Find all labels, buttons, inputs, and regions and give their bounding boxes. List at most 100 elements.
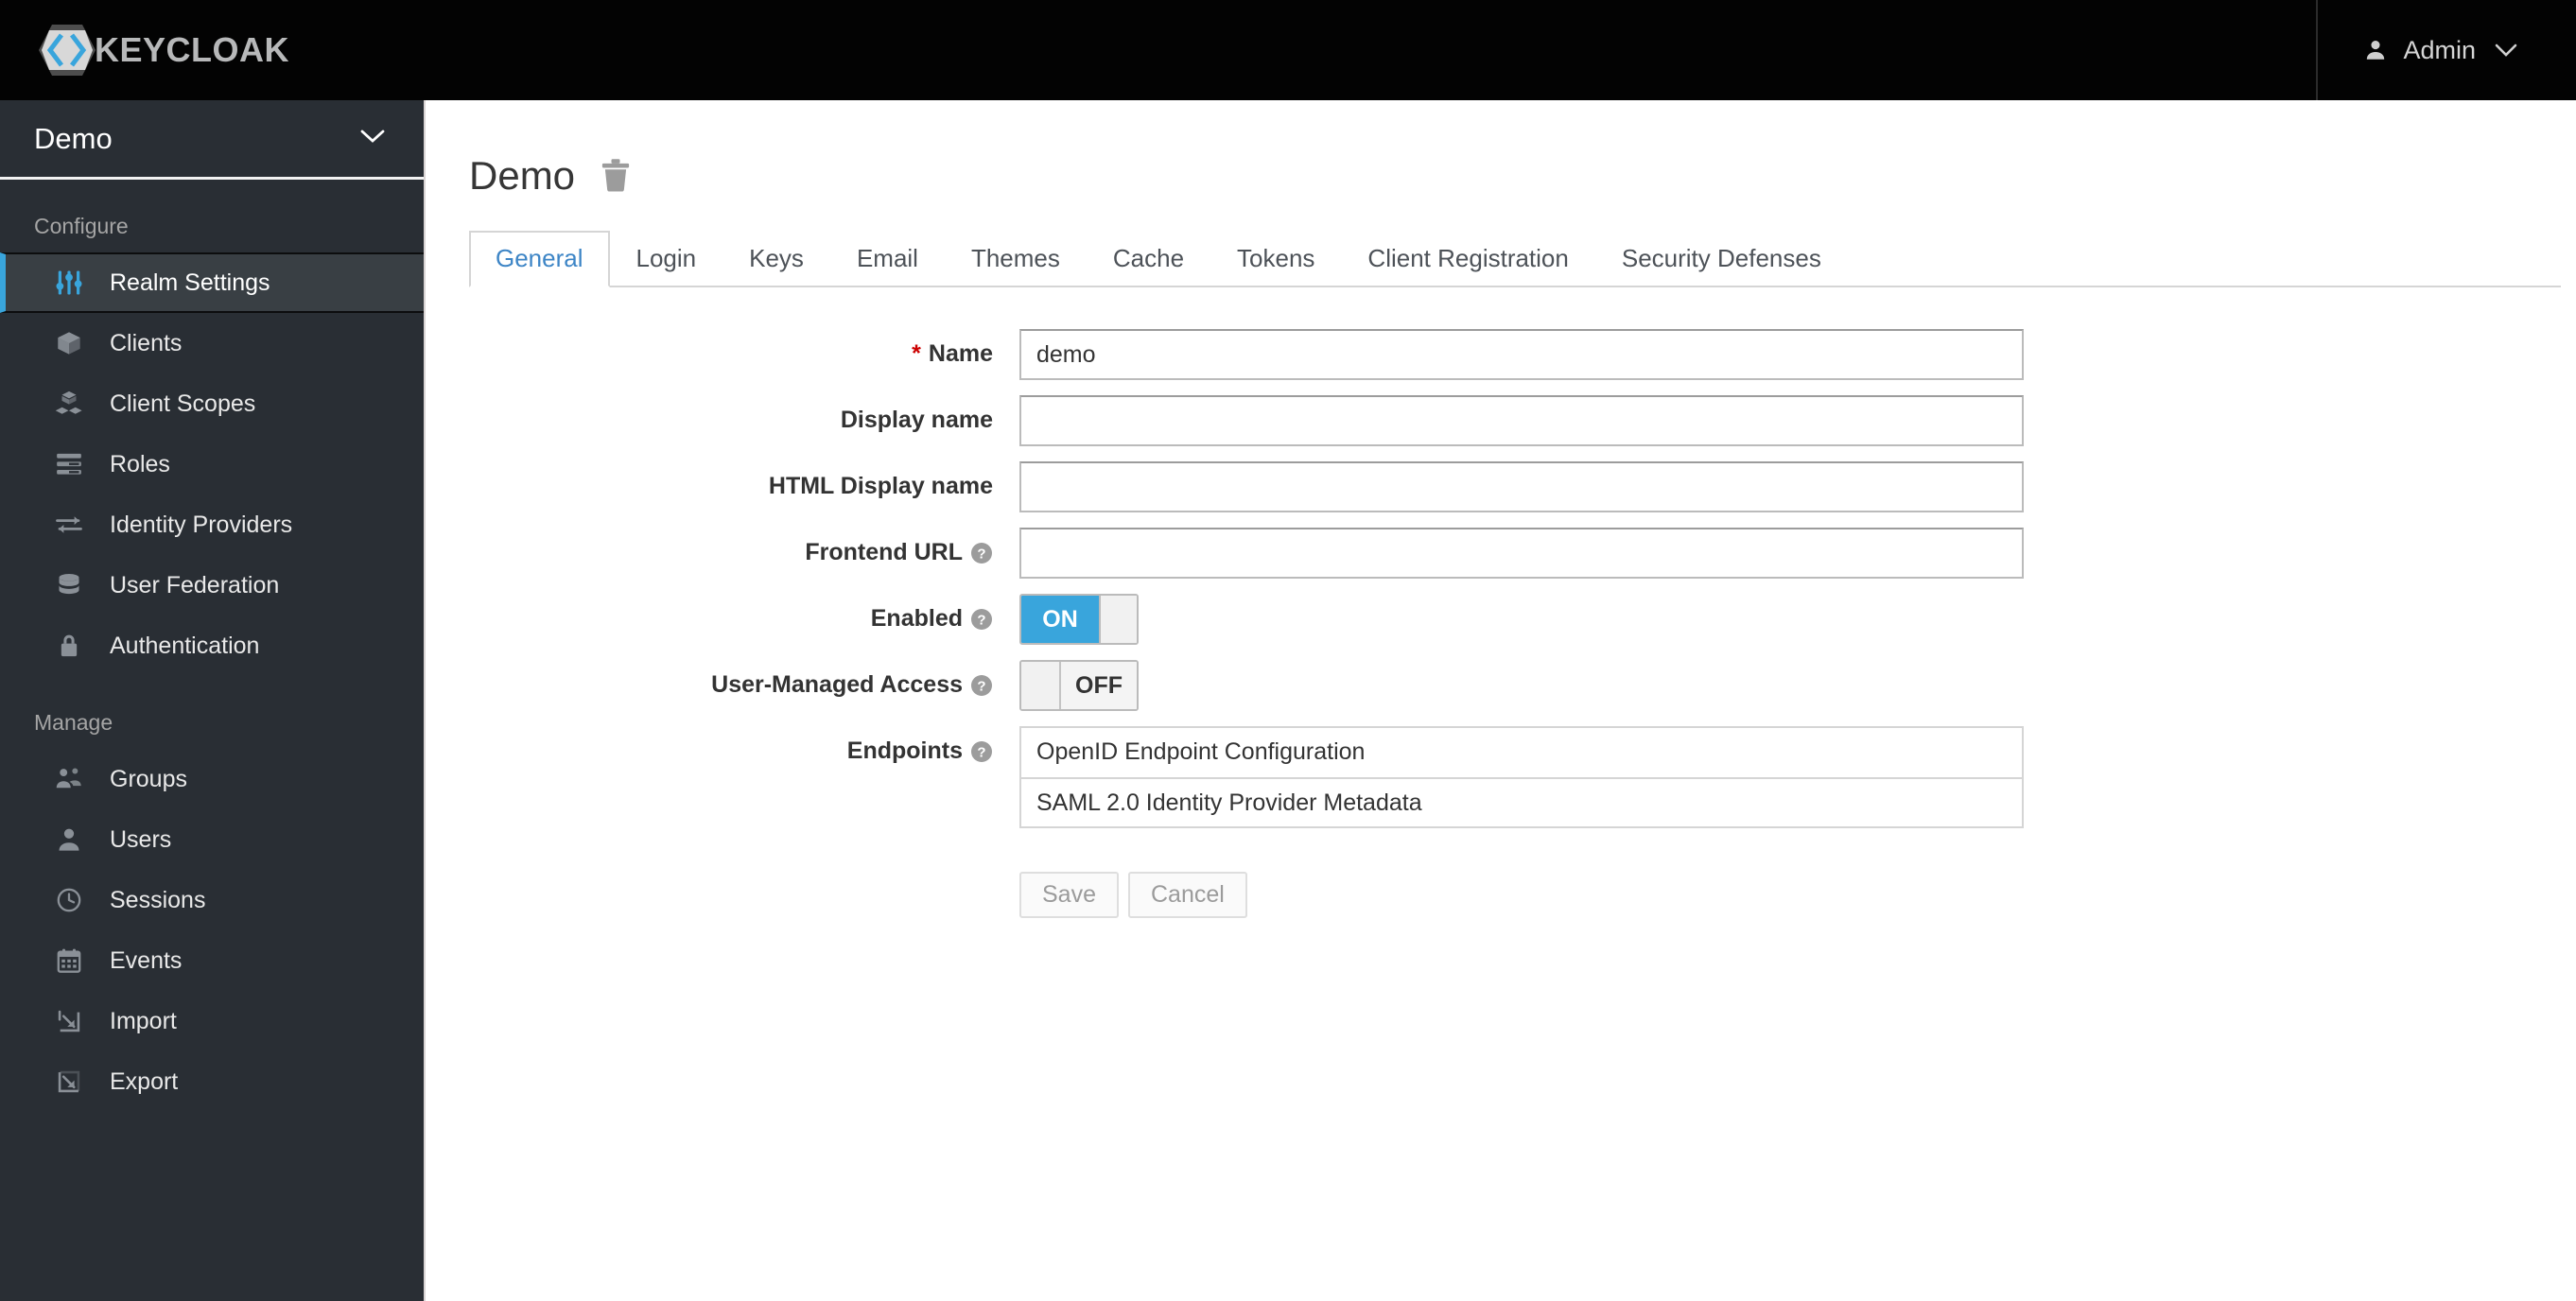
user-managed-access-toggle[interactable]: OFF — [1019, 660, 1139, 711]
sidebar-item-authentication[interactable]: Authentication — [0, 616, 424, 676]
sidebar-item-roles[interactable]: Roles — [0, 434, 424, 494]
label-text: User-Managed Access — [711, 671, 963, 698]
cubes-icon — [53, 388, 85, 420]
form-row-endpoints: Endpoints ? OpenID Endpoint Configuratio… — [469, 726, 2576, 828]
svg-text:?: ? — [977, 612, 985, 628]
user-icon — [53, 824, 85, 856]
chevron-down-icon — [2476, 43, 2517, 57]
form-row-name: * Name — [469, 329, 2576, 380]
sidebar-item-user-federation[interactable]: User Federation — [0, 555, 424, 616]
sidebar-item-sessions[interactable]: Sessions — [0, 870, 424, 930]
main-content: Demo General Login Keys Email Themes Cac… — [427, 100, 2576, 1301]
cancel-button[interactable]: Cancel — [1127, 872, 1247, 918]
tab-client-registration[interactable]: Client Registration — [1341, 231, 1594, 287]
tab-security-defenses[interactable]: Security Defenses — [1595, 231, 1848, 287]
help-circle-icon[interactable]: ? — [970, 542, 993, 564]
calendar-icon — [53, 945, 85, 977]
toggle-state-label: ON — [1021, 596, 1099, 643]
sidebar-item-client-scopes[interactable]: Client Scopes — [0, 373, 424, 434]
label-text: Enabled — [870, 605, 963, 632]
label-enabled: Enabled ? — [469, 594, 1019, 633]
label-html-display-name: HTML Display name — [469, 461, 1019, 500]
sidebar-item-label: Sessions — [110, 886, 206, 913]
export-arrow-icon — [53, 1066, 85, 1098]
sliders-icon — [53, 267, 85, 299]
label-endpoints: Endpoints ? — [469, 726, 1019, 765]
tab-tokens[interactable]: Tokens — [1210, 231, 1341, 287]
form-actions: Save Cancel — [1019, 872, 1247, 918]
form-row-display-name: Display name — [469, 395, 2576, 446]
keycloak-logo-icon — [38, 23, 96, 78]
label-text: Endpoints — [846, 737, 963, 764]
database-icon — [53, 569, 85, 601]
label-text: Display name — [840, 407, 993, 433]
realm-selector[interactable]: Demo — [0, 100, 424, 180]
form-row-actions: Save Cancel — [469, 843, 2576, 918]
sidebar-item-label: Client Scopes — [110, 390, 256, 417]
form-row-html-display-name: HTML Display name — [469, 461, 2576, 512]
list-bars-icon — [53, 448, 85, 480]
user-name: Admin — [2403, 35, 2476, 64]
page-title: Demo — [469, 153, 576, 198]
label-frontend-url: Frontend URL ? — [469, 528, 1019, 566]
tab-cache[interactable]: Cache — [1087, 231, 1210, 287]
sidebar-item-export[interactable]: Export — [0, 1051, 424, 1112]
help-circle-icon[interactable]: ? — [970, 608, 993, 631]
sidebar-item-events[interactable]: Events — [0, 930, 424, 991]
tab-login[interactable]: Login — [610, 231, 723, 287]
form-row-enabled: Enabled ? ON — [469, 594, 2576, 645]
save-button[interactable]: Save — [1019, 872, 1119, 918]
frontend-url-input[interactable] — [1019, 528, 2024, 579]
sidebar-item-import[interactable]: Import — [0, 991, 424, 1051]
label-text: HTML Display name — [768, 473, 993, 499]
brand-name: KEYCLOAK — [95, 30, 290, 69]
endpoints-list: OpenID Endpoint Configuration SAML 2.0 I… — [1019, 726, 2024, 828]
required-marker: * — [912, 340, 921, 367]
sidebar-item-label: Identity Providers — [110, 511, 293, 538]
sidebar-item-label: Groups — [110, 765, 187, 792]
user-icon — [2363, 38, 2403, 62]
display-name-input[interactable] — [1019, 395, 2024, 446]
html-display-name-input[interactable] — [1019, 461, 2024, 512]
tab-keys[interactable]: Keys — [722, 231, 830, 287]
endpoint-openid-configuration[interactable]: OpenID Endpoint Configuration — [1019, 726, 2024, 777]
toggle-state-label: OFF — [1061, 662, 1137, 709]
lock-icon — [53, 630, 85, 662]
realm-name: Demo — [34, 121, 113, 155]
masthead: KEYCLOAK Admin — [0, 0, 2576, 100]
name-input[interactable] — [1019, 329, 2024, 380]
sidebar-item-label: Roles — [110, 450, 170, 477]
help-circle-icon[interactable]: ? — [970, 740, 993, 763]
form-row-frontend-url: Frontend URL ? — [469, 528, 2576, 579]
enabled-toggle[interactable]: ON — [1019, 594, 1139, 645]
delete-realm-button[interactable] — [600, 158, 632, 195]
sidebar-item-realm-settings[interactable]: Realm Settings — [0, 252, 424, 313]
label-text: Name — [928, 340, 993, 367]
endpoint-saml-metadata[interactable]: SAML 2.0 Identity Provider Metadata — [1019, 777, 2024, 828]
brand-logo[interactable]: KEYCLOAK — [38, 23, 289, 78]
realm-settings-tabs: General Login Keys Email Themes Cache To… — [469, 229, 2561, 287]
sidebar-item-label: Realm Settings — [110, 269, 270, 296]
sidebar-item-label: Events — [110, 946, 183, 974]
sidebar-item-clients[interactable]: Clients — [0, 313, 424, 373]
exchange-arrows-icon — [53, 509, 85, 541]
sidebar-item-label: Export — [110, 1067, 179, 1095]
sidebar-item-label: User Federation — [110, 571, 280, 598]
svg-text:?: ? — [977, 546, 985, 562]
import-arrow-icon — [53, 1005, 85, 1037]
sidebar-item-label: Authentication — [110, 632, 260, 659]
tab-themes[interactable]: Themes — [945, 231, 1087, 287]
sidebar-item-identity-providers[interactable]: Identity Providers — [0, 494, 424, 555]
user-menu[interactable]: Admin — [2316, 0, 2576, 100]
tab-email[interactable]: Email — [830, 231, 945, 287]
label-actions-spacer — [469, 843, 1019, 855]
form-row-user-managed-access: User-Managed Access ? OFF — [469, 660, 2576, 711]
label-text: Frontend URL — [805, 539, 963, 565]
label-name: * Name — [469, 329, 1019, 368]
help-circle-icon[interactable]: ? — [970, 674, 993, 697]
tab-general[interactable]: General — [469, 231, 610, 287]
chevron-down-icon — [359, 129, 386, 148]
toggle-knob — [1099, 596, 1137, 643]
sidebar-item-users[interactable]: Users — [0, 809, 424, 870]
sidebar-item-groups[interactable]: Groups — [0, 749, 424, 809]
